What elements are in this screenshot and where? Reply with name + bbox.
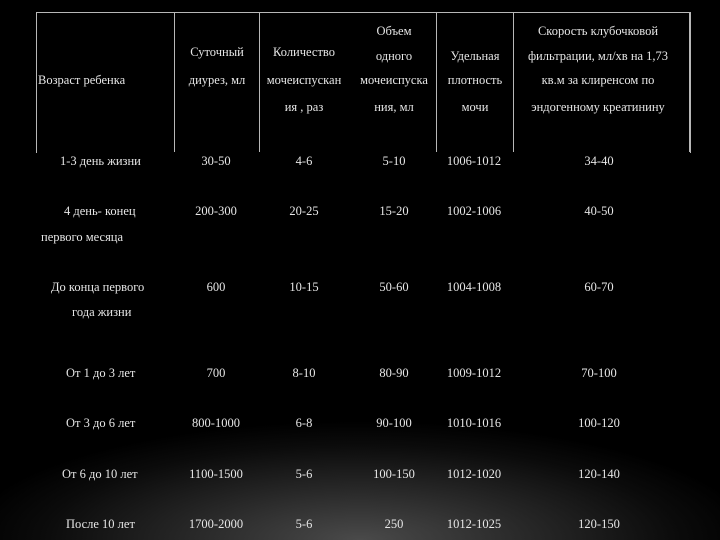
row-density: 1012-1020: [446, 467, 502, 481]
header-divider-4: [513, 12, 514, 152]
header-density-line-2: плотность: [447, 73, 503, 87]
row-density: 1010-1016: [446, 416, 502, 430]
header-divider-2: [259, 12, 260, 152]
row-volume: 90-100: [376, 416, 412, 430]
row-gfr: 100-120: [578, 416, 620, 430]
header-volume-line-2: одного: [375, 49, 413, 63]
row-count: 8-10: [292, 366, 316, 380]
header-density-line-3: мочи: [461, 100, 489, 114]
row-daily: 200-300: [195, 204, 237, 218]
header-density-line-1: Удельная: [450, 49, 500, 63]
header-gfr-line-1: Скорость клубочковой: [537, 24, 659, 38]
row-age-line-2: первого месяца: [41, 230, 124, 244]
row-daily: 700: [206, 366, 226, 380]
header-volume-line-1: Объем: [376, 24, 412, 38]
row-daily: 600: [206, 280, 226, 294]
row-volume: 50-60: [379, 280, 409, 294]
row-age: От 1 до 3 лет: [66, 366, 136, 380]
header-daily-line-1: Суточный: [190, 45, 244, 59]
header-daily-line-2: диурез, мл: [188, 73, 246, 87]
row-age: 1-3 день жизни: [60, 154, 141, 168]
header-volume-line-4: ния, мл: [374, 100, 414, 114]
row-age: После 10 лет: [66, 517, 135, 531]
header-count-line-1: Количество: [273, 45, 335, 59]
row-age: До конца первого: [51, 280, 145, 294]
header-gfr-line-2: фильтрации, мл/хв на 1,73: [527, 49, 669, 63]
row-gfr: 34-40: [584, 154, 614, 168]
row-daily: 30-50: [201, 154, 231, 168]
row-count: 6-8: [295, 416, 313, 430]
row-volume: 250: [384, 517, 404, 531]
row-gfr: 40-50: [584, 204, 614, 218]
header-divider-5: [689, 12, 690, 152]
row-volume: 5-10: [382, 154, 406, 168]
row-count: 5-6: [295, 467, 313, 481]
row-daily: 1100-1500: [189, 467, 243, 481]
header-divider-1: [174, 12, 175, 152]
row-volume: 100-150: [373, 467, 415, 481]
row-density: 1002-1006: [446, 204, 502, 218]
header-count-line-2: мочеиспускан: [266, 73, 342, 87]
row-count: 10-15: [289, 280, 319, 294]
header-gfr-line-4: эндогенному креатинину: [531, 100, 665, 114]
header-gfr-line-3: кв.м за клиренсом по: [541, 73, 655, 87]
header-divider-3: [436, 12, 437, 152]
row-gfr: 120-150: [578, 517, 620, 531]
row-count: 4-6: [295, 154, 313, 168]
row-volume: 80-90: [379, 366, 409, 380]
row-count: 5-6: [295, 517, 313, 531]
row-gfr: 70-100: [581, 366, 617, 380]
header-age: Возраст ребенка: [38, 73, 126, 87]
row-age-line-2: года жизни: [72, 305, 132, 319]
row-daily: 800-1000: [192, 416, 240, 430]
row-age: От 6 до 10 лет: [62, 467, 138, 481]
row-density: 1006-1012: [446, 154, 502, 168]
row-count: 20-25: [289, 204, 319, 218]
row-age: От 3 до 6 лет: [66, 416, 136, 430]
row-density: 1004-1008: [446, 280, 502, 294]
row-age: 4 день- конец: [64, 204, 136, 218]
row-daily: 1700-2000: [188, 517, 244, 531]
header-count-line-3: ия , раз: [284, 100, 324, 114]
row-volume: 15-20: [379, 204, 409, 218]
row-gfr: 120-140: [578, 467, 620, 481]
row-gfr: 60-70: [584, 280, 614, 294]
header-volume-line-3: мочеиспуска: [360, 73, 428, 87]
row-density: 1012-1025: [446, 517, 502, 531]
row-density: 1009-1012: [446, 366, 502, 380]
